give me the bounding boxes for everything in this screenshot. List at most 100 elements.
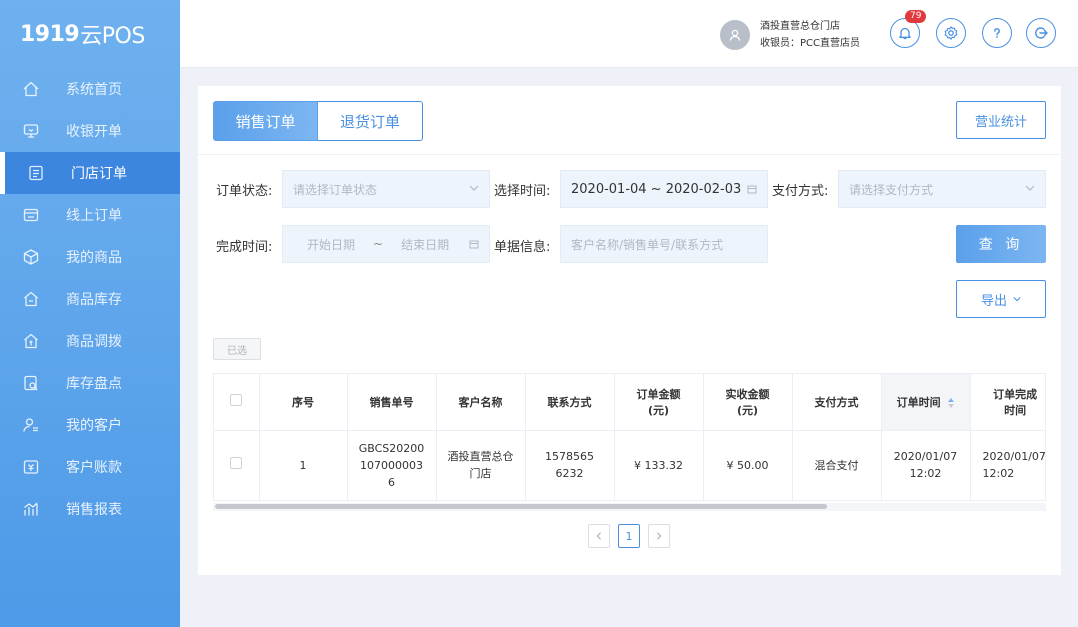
app-logo: 1919 云POS xyxy=(20,21,145,50)
sidebar-item-online-order[interactable]: 线上订单 xyxy=(0,194,180,236)
logout-button[interactable] xyxy=(1026,18,1056,48)
sidebar-item-label: 库存盘点 xyxy=(66,376,122,392)
select-all-cell[interactable] xyxy=(214,374,260,431)
notification-button[interactable]: 79 xyxy=(890,10,927,48)
question-icon xyxy=(994,28,1000,38)
select-all-checkbox[interactable] xyxy=(230,394,243,407)
row-checkbox[interactable] xyxy=(230,456,243,469)
sidebar-item-order[interactable]: 门店订单 xyxy=(0,152,180,194)
home-icon xyxy=(20,78,42,100)
box-icon xyxy=(20,246,42,268)
sidebar-item-stocktake[interactable]: 库存盘点 xyxy=(0,362,180,404)
sort-icon[interactable] xyxy=(1044,397,1046,407)
sidebar-item-label: 我的客户 xyxy=(66,418,122,434)
user-info[interactable]: 酒投直营总仓门店 收银员：PCC直营店员 xyxy=(720,18,860,52)
cell-order-no: GBCS20200107000003 6 xyxy=(347,430,437,500)
chevron-down-icon xyxy=(1013,297,1021,302)
next-page-button[interactable] xyxy=(648,524,670,548)
order-tabs: 销售订单 退货订单 xyxy=(213,101,423,141)
cell-index: 1 xyxy=(259,430,348,500)
range-separator: ~ xyxy=(373,237,384,251)
cell-complete-time: 2020/01/07 12:02 xyxy=(970,430,1045,500)
chart-icon xyxy=(20,498,42,520)
sidebar: 1919 云POS 系统首页收银开单门店订单线上订单我的商品商品库存商品调拨库存盘… xyxy=(0,0,180,627)
tab-sales-orders[interactable]: 销售订单 xyxy=(213,101,318,141)
settings-button[interactable] xyxy=(936,18,966,48)
order-panel: 销售订单 退货订单 营业统计 订单状态: 请选择订单状态 选择时间: 2020-… xyxy=(198,86,1061,575)
sidebar-item-label: 线上订单 xyxy=(66,208,122,224)
sidebar-item-chart[interactable]: 销售报表 xyxy=(0,488,180,530)
date-range-input[interactable]: 2020-01-04 ~ 2020-02-03 xyxy=(560,170,768,208)
sidebar-item-cashier[interactable]: 收银开单 xyxy=(0,110,180,152)
help-button[interactable] xyxy=(982,18,1012,48)
start-date-input[interactable]: 开始日期 xyxy=(307,236,355,253)
cell-payment: 混合支付 xyxy=(792,430,882,500)
complete-time-label: 完成时间: xyxy=(216,240,273,255)
cell-order-time: 2020/01/07 12:02 xyxy=(881,430,971,500)
payment-select[interactable]: 请选择支付方式 xyxy=(838,170,1046,208)
sidebar-item-box[interactable]: 我的商品 xyxy=(0,236,180,278)
page-number-button[interactable]: 1 xyxy=(618,524,640,548)
chevron-right-icon xyxy=(657,532,662,540)
complete-date-range[interactable]: 开始日期 ~ 结束日期 xyxy=(282,225,490,263)
gear-icon xyxy=(944,26,958,40)
sidebar-item-customer[interactable]: 我的客户 xyxy=(0,404,180,446)
sidebar-item-inventory[interactable]: 商品库存 xyxy=(0,278,180,320)
time-label: 选择时间: xyxy=(494,184,551,199)
notification-badge: 79 xyxy=(905,10,927,23)
sort-icon[interactable] xyxy=(948,397,955,408)
cell-amount: ¥ 133.32 xyxy=(614,430,704,500)
chevron-down-icon xyxy=(469,185,479,191)
doc-info-input[interactable]: 客户名称/销售单号/联系方式 xyxy=(560,225,768,263)
end-date-input[interactable]: 结束日期 xyxy=(401,236,449,253)
sidebar-item-transfer[interactable]: 商品调拨 xyxy=(0,320,180,362)
sidebar-item-label: 门店订单 xyxy=(71,166,127,182)
table-header-row: 序号 销售单号 客户名称 联系方式 订单金额 (元) 实收金额 (元) 支付方式… xyxy=(214,374,1046,431)
row-select-cell[interactable] xyxy=(214,430,260,500)
cell-phone: 15785656232 xyxy=(525,430,615,500)
order-icon xyxy=(25,162,47,184)
avatar[interactable] xyxy=(720,20,750,50)
store-name: 酒投直营总仓门店 xyxy=(760,21,840,32)
prev-page-button[interactable] xyxy=(588,524,610,548)
query-button[interactable]: 查 询 xyxy=(956,225,1046,263)
calendar-icon xyxy=(747,185,757,194)
col-header-complete-time[interactable]: 订单完成 时间 xyxy=(970,374,1046,431)
orders-table: 序号 销售单号 客户名称 联系方式 订单金额 (元) 实收金额 (元) 支付方式… xyxy=(213,373,1046,501)
col-header-order-time[interactable]: 订单时间 xyxy=(881,374,971,431)
tab-return-orders[interactable]: 退货订单 xyxy=(318,101,423,141)
selected-button[interactable]: 已选 xyxy=(213,338,261,360)
payment-label: 支付方式: xyxy=(772,184,829,199)
sidebar-nav: 系统首页收银开单门店订单线上订单我的商品商品库存商品调拨库存盘点我的客户客户账款… xyxy=(0,68,180,530)
sidebar-item-home[interactable]: 系统首页 xyxy=(0,68,180,110)
sidebar-item-label: 客户账款 xyxy=(66,460,122,476)
sidebar-item-account[interactable]: 客户账款 xyxy=(0,446,180,488)
sidebar-item-label: 收银开单 xyxy=(66,124,122,140)
cell-customer: 酒投直营总仓门店 xyxy=(436,430,526,500)
cashier-icon xyxy=(20,120,42,142)
sidebar-item-label: 系统首页 xyxy=(66,82,122,98)
online-order-icon xyxy=(20,204,42,226)
top-header: 酒投直营总仓门店 收银员：PCC直营店员 79 xyxy=(180,0,1078,68)
logout-icon xyxy=(1035,27,1048,39)
status-select[interactable]: 请选择订单状态 xyxy=(282,170,490,208)
table-row[interactable]: 1 GBCS20200107000003 6 酒投直营总仓门店 15785656… xyxy=(214,430,1045,500)
col-header-amount: 订单金额 (元) xyxy=(614,374,704,431)
inventory-icon xyxy=(20,288,42,310)
calendar-icon xyxy=(469,240,479,249)
cell-received: ¥ 50.00 xyxy=(703,430,793,500)
status-label: 订单状态: xyxy=(216,184,273,199)
col-header-order-no: 销售单号 xyxy=(347,374,437,431)
export-button[interactable]: 导出 xyxy=(956,280,1046,318)
account-icon xyxy=(20,456,42,478)
scrollbar-thumb[interactable] xyxy=(215,504,827,509)
cashier-name: 收银员：PCC直营店员 xyxy=(760,38,860,49)
customer-icon xyxy=(20,414,42,436)
sidebar-item-label: 我的商品 xyxy=(66,250,122,266)
business-stats-button[interactable]: 营业统计 xyxy=(956,101,1046,139)
col-header-received: 实收金额 (元) xyxy=(703,374,793,431)
divider xyxy=(198,154,1061,155)
col-header-index: 序号 xyxy=(259,374,348,431)
col-header-phone: 联系方式 xyxy=(525,374,615,431)
sidebar-item-label: 商品库存 xyxy=(66,292,122,308)
